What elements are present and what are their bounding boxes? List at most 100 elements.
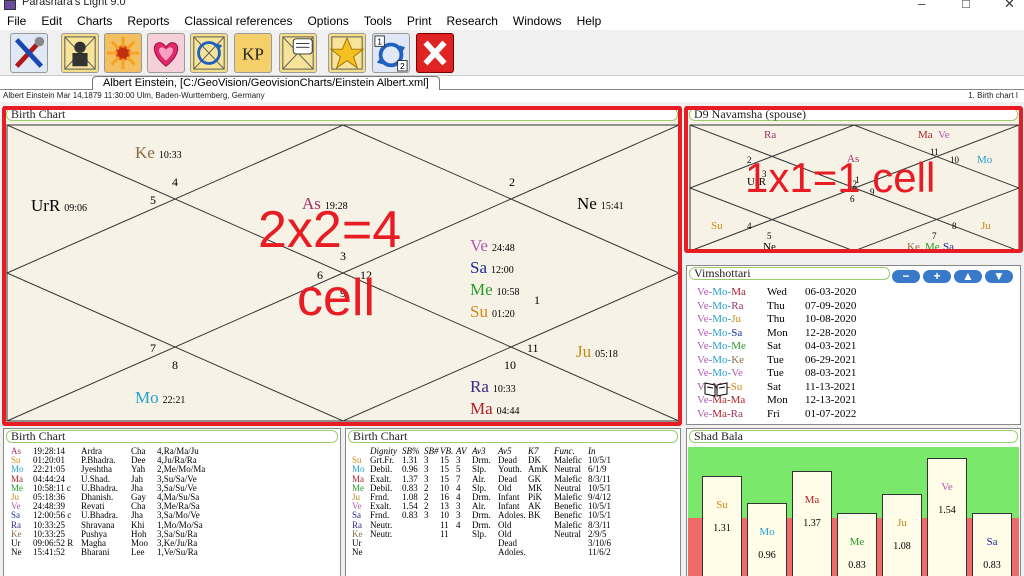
shad-bala-title: Shad Bala [689,430,1018,443]
dasha-date: 01-07-2022 [805,407,857,420]
d9-planet-ur: UrR [747,176,767,188]
shad-bala-bar-ma: Ma 1.37 [792,471,832,576]
table-cell: Bharani [81,547,110,558]
native-details: Albert Einstein Mar 14,1879 11:30:00 Ulm… [3,91,265,100]
d9-house-9: 9 [870,187,875,197]
person-chart-icon[interactable] [61,33,99,73]
close-icon[interactable] [416,33,454,73]
bar-value-label: 0.83 [983,560,1001,571]
minimize-button[interactable]: – [918,0,925,11]
planet-ma: Ma 04:44 [470,399,519,418]
house-number-9: 9 [340,286,346,300]
navamsha-panel: D9 Navamsha (spouse) 2 3 4 5 6 7 8 9 10 … [686,106,1021,253]
bar-value-label: 0.83 [848,560,866,571]
house-number-5: 5 [150,193,156,207]
title-bar: Parashara's Light 9.0 – □ ✕ [0,0,1024,12]
dasha-day: Mon [767,326,788,339]
window-title: Parashara's Light 9.0 [22,0,126,8]
shad-bala-bar-ju: Ju 1.08 [882,494,922,576]
menu-file[interactable]: File [0,14,34,28]
chart-mode-label: 1. Birth chart I [968,91,1018,100]
table-cell: 11/6/2 [588,547,611,558]
dasha-row[interactable]: Ve-Mo-Sa Mon 12-28-2020 [697,327,1012,341]
menu-charts[interactable]: Charts [70,14,120,28]
planet-ma-degree: 04:44 [497,406,520,417]
dasha-date: 07-09-2020 [805,299,857,312]
planet-sa: Sa 12:00 [470,258,514,277]
menu-reports[interactable]: Reports [120,14,177,28]
d9-house-11: 11 [930,147,939,157]
menu-research[interactable]: Research [440,14,506,28]
bar-value-label: 1.08 [893,541,911,552]
scroll-down-button[interactable]: ▼ [985,270,1013,283]
bar-planet-label: Me [849,536,865,548]
dasha-row[interactable]: Ve-Mo-Ke Tue 06-29-2021 [697,354,1012,368]
hearts-icon[interactable] [147,33,185,73]
planet-ur-degree: 09:06 [64,203,87,214]
dasha-period: Ve-Mo-Me [697,340,746,352]
birth-chart-diagram: 1 2 3 4 5 6 7 8 9 10 11 12 Ke 10:33 UrR 09:… [5,124,681,422]
table-cell [424,539,440,548]
app-icon [4,0,16,10]
table-cell [472,539,498,548]
d9-planet-ma: Ma [918,129,933,141]
scroll-up-button[interactable]: ▲ [954,270,982,283]
table-cell: Ne [11,547,22,558]
close-window-button[interactable]: ✕ [1004,0,1015,12]
table-cell: 0.83 [402,510,418,521]
dasha-row[interactable]: Ve-Mo-Ju Thu 10-08-2020 [697,313,1012,327]
d9-house-5: 5 [767,231,772,241]
shad-bala-bar-ve: Ve 1.54 [927,458,967,576]
menu-print[interactable]: Print [400,14,440,28]
dasha-row[interactable]: Ve-Mo-Ra Thu 07-09-2020 [697,300,1012,314]
dasha-row[interactable]: Ve-Mo-Ma Wed 06-03-2020 [697,286,1012,300]
maximize-button[interactable]: □ [962,0,970,11]
dasha-row[interactable]: Ve-Mo-Me Sat 04-03-2021 [697,340,1012,354]
planet-ke: Ke 10:33 [135,143,182,162]
collapse-button[interactable]: − [892,270,920,283]
dasha-row[interactable]: Ve-Mo-Ve Tue 08-03-2021 [697,367,1012,381]
table-cell: Neutr. [370,528,393,539]
table-cell [370,548,402,557]
star-icon[interactable] [328,33,366,73]
menu-windows[interactable]: Windows [506,14,570,28]
tools-icon[interactable] [10,33,48,73]
transit-cycle-icon[interactable]: 12 [372,33,410,73]
tab-einstein-chart[interactable]: Albert Einstein, [C:/GeoVision/Geovision… [92,76,440,90]
table-cell: Adoles. [498,547,526,558]
dasha-day: Wed [767,286,787,298]
menu-help[interactable]: Help [570,14,610,28]
table-cell [528,539,554,548]
menu-tools[interactable]: Tools [357,14,400,28]
menu-edit[interactable]: Edit [34,14,70,28]
planet-ke-degree: 10:33 [159,150,182,161]
dasha-row[interactable]: Ve-Ma-SuSat11-13-2021 [697,381,1012,395]
house-number-11: 11 [527,341,539,355]
bar-planet-label: Sa [986,536,998,548]
bar-value-label: 0.96 [758,550,776,561]
notes-chart-icon[interactable] [279,33,317,73]
menu-options[interactable]: Options [300,14,356,28]
expand-button[interactable]: + [923,270,951,283]
planet-su-degree: 01:20 [492,309,515,320]
dasha-row[interactable]: Ve-Ma-Ra Fri 01-07-2022 [697,408,1012,422]
planet-me: Me 10:58 [470,280,519,299]
menu-classical-references[interactable]: Classical references [177,14,300,28]
bar-value-label: 1.37 [803,518,821,529]
table-cell [528,521,554,530]
sun-burst-icon[interactable] [104,33,142,73]
shad-bala-panel: Shad Bala Su 1.31 Mo 0.96 Ma 1.37 Me 0.83 Ju 1.08… [686,428,1021,576]
dasha-period: Ve-Mo-Sa [697,326,743,339]
badge-two: 2 [400,61,405,71]
shad-bala-bar-su: Su 1.31 [702,476,742,576]
kp-icon[interactable]: KP [234,33,272,73]
cycle-chart-icon[interactable] [190,33,228,73]
table-row: Sa Frnd. 0.83 3 10 3 Drm. Adoles. BK Benefic 10/5/… [352,511,678,520]
dasha-row[interactable]: Ve-Ma-Ma Mon 12-13-2021 [697,394,1012,408]
table-cell [424,548,440,557]
dasha-date: 12-28-2020 [805,326,857,339]
bar-planet-label: Ve [941,481,953,493]
table-cell [472,548,498,557]
d9-planet-me: Me [925,241,940,253]
shad-bala-bar-sa: Sa 0.83 [972,513,1012,576]
